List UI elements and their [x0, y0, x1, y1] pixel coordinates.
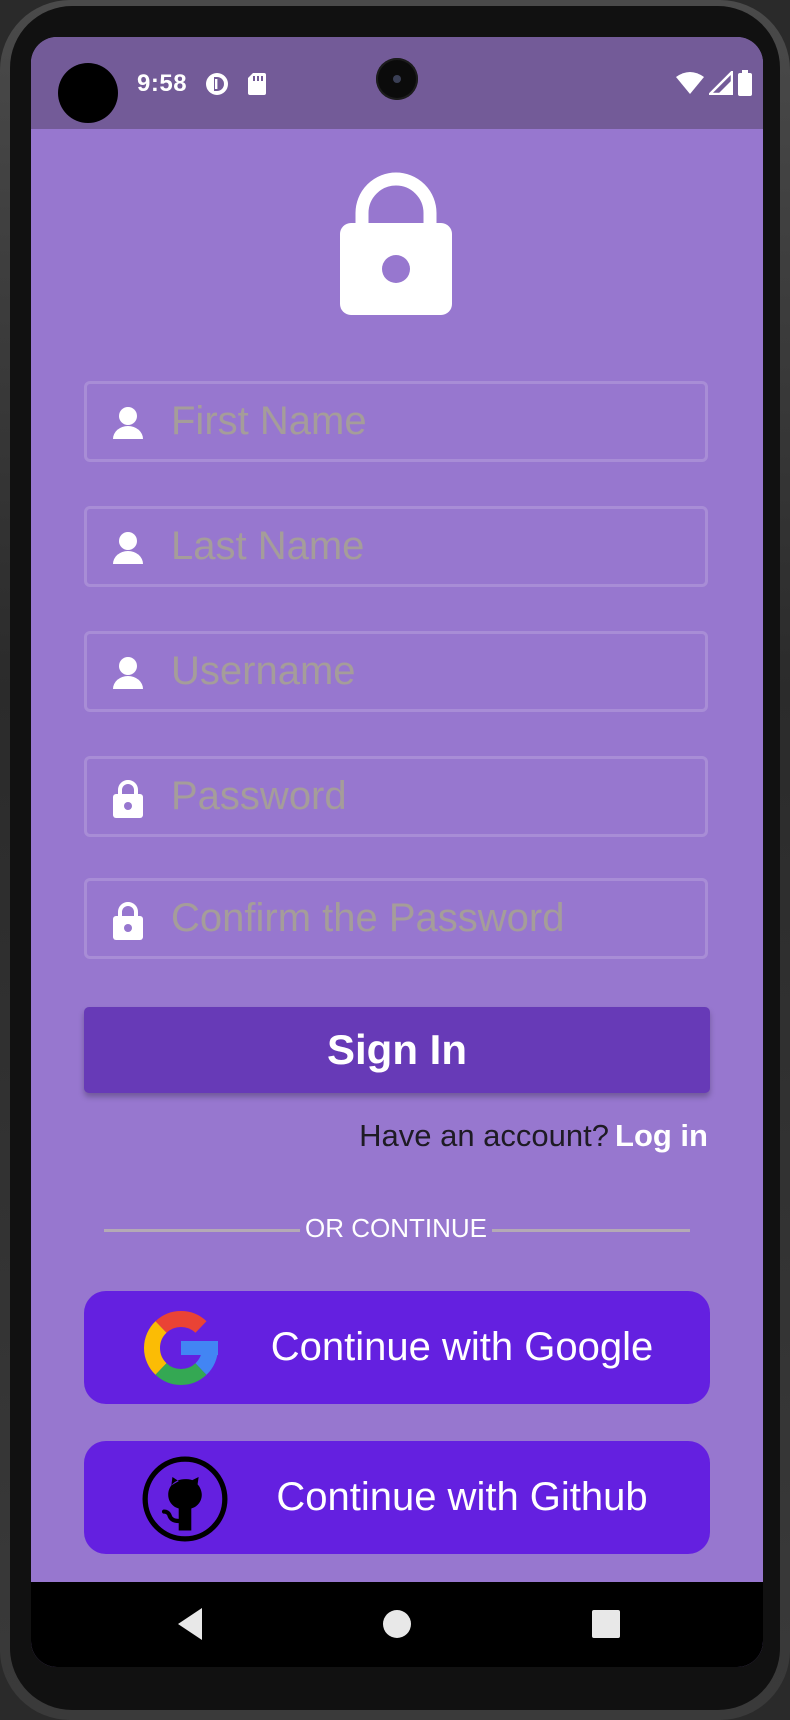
password-field[interactable] [84, 756, 708, 837]
status-indicators [675, 70, 753, 96]
sd-card-icon [248, 73, 266, 95]
person-icon [113, 657, 143, 689]
account-prompt-text: Have an account? [359, 1118, 610, 1153]
github-button-label: Continue with Github [276, 1475, 648, 1519]
account-prompt-row: Have an account? Log in [359, 1118, 708, 1154]
google-button-label: Continue with Google [270, 1325, 654, 1369]
login-link[interactable]: Log in [615, 1118, 708, 1153]
google-icon [144, 1311, 218, 1385]
username-input[interactable] [171, 634, 691, 709]
username-field[interactable] [84, 631, 708, 712]
first-name-input[interactable] [171, 384, 691, 459]
home-icon[interactable] [375, 1602, 419, 1646]
app-screen: 9:58 First Name Last Name Username Sign … [31, 37, 763, 1667]
status-bar: 9:58 [31, 37, 763, 129]
google-sign-in-button[interactable]: Continue with Google [84, 1291, 710, 1404]
divider-line-left [104, 1229, 300, 1232]
sign-in-button[interactable]: Sign In [84, 1007, 710, 1093]
person-icon [113, 407, 143, 439]
confirm-password-input[interactable] [171, 881, 691, 956]
lock-icon [340, 172, 452, 315]
lock-icon [113, 780, 143, 818]
front-camera [376, 58, 418, 100]
first-name-field[interactable] [84, 381, 708, 462]
notification-circle-icon [206, 73, 228, 95]
confirm-password-field[interactable] [84, 878, 708, 959]
system-nav-bar [31, 1582, 763, 1667]
battery-icon [738, 70, 752, 96]
last-name-input[interactable] [171, 509, 691, 584]
github-icon [142, 1456, 228, 1542]
person-icon [113, 532, 143, 564]
last-name-field[interactable] [84, 506, 708, 587]
divider-text: OR CONTINUE [305, 1213, 487, 1243]
recents-icon[interactable] [584, 1602, 628, 1646]
password-input[interactable] [171, 759, 691, 834]
cellular-signal-icon [709, 71, 733, 95]
back-icon[interactable] [168, 1602, 212, 1646]
phone-frame: 9:58 First Name Last Name Username Sign … [0, 0, 790, 1720]
github-sign-in-button[interactable]: Continue with Github [84, 1441, 710, 1554]
status-time: 9:58 [137, 70, 188, 97]
lock-icon [113, 902, 143, 940]
divider-line-right [492, 1229, 690, 1232]
screen-record-dot [58, 63, 118, 123]
wifi-icon [676, 72, 704, 94]
